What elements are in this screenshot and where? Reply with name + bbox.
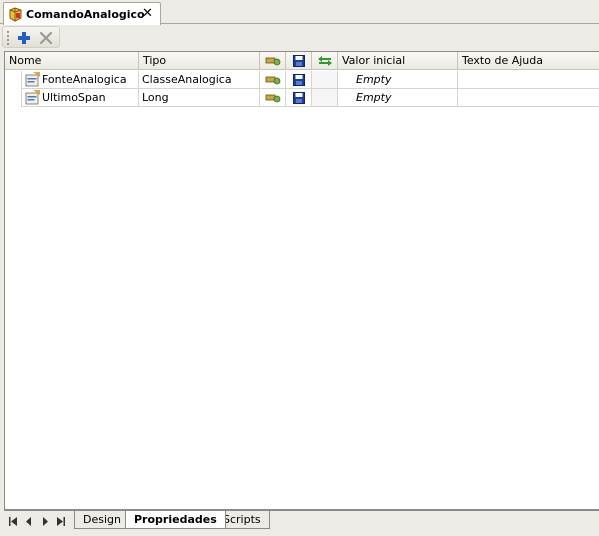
cell-key[interactable] xyxy=(260,89,286,107)
cell-texto-ajuda[interactable] xyxy=(458,71,599,89)
column-header-valor-inicial[interactable]: Valor inicial xyxy=(338,52,458,70)
next-page-icon[interactable] xyxy=(38,514,52,528)
toolbar-group xyxy=(2,26,60,48)
cell-nome[interactable]: FonteAnalogica xyxy=(21,71,139,89)
add-button[interactable] xyxy=(15,29,33,47)
column-header-texto-ajuda[interactable]: Texto de Ajuda xyxy=(458,52,599,70)
toolbar-grip-icon[interactable] xyxy=(7,31,10,45)
save-disk-icon xyxy=(292,91,305,104)
cell-valor-inicial[interactable]: Empty xyxy=(338,71,458,89)
cell-save[interactable] xyxy=(286,71,312,89)
property-icon xyxy=(25,90,41,105)
delete-button[interactable] xyxy=(37,29,55,47)
properties-grid: Nome Tipo Valor inicial Texto de Ajuda F… xyxy=(4,51,599,510)
last-page-icon[interactable] xyxy=(54,514,68,528)
previous-page-icon[interactable] xyxy=(22,514,36,528)
column-header-key[interactable] xyxy=(260,52,286,70)
column-header-tipo[interactable]: Tipo xyxy=(139,52,260,70)
cell-texto-ajuda[interactable] xyxy=(458,89,599,107)
key-icon xyxy=(265,57,280,66)
column-header-sync[interactable] xyxy=(312,52,338,70)
table-row[interactable]: FonteAnalogica ClasseAnalogica Empty xyxy=(5,71,599,89)
document-tab-strip: ComandoAnalogico ✕ xyxy=(0,0,599,25)
view-tab-bar: Design Propriedades Scripts xyxy=(4,510,599,530)
table-row[interactable]: UltimoSpan Long Empty xyxy=(5,89,599,107)
key-icon xyxy=(265,94,280,102)
close-icon[interactable]: ✕ xyxy=(141,6,154,21)
save-disk-icon xyxy=(292,73,305,86)
cell-tipo[interactable]: ClasseAnalogica xyxy=(139,71,260,89)
tab-propriedades[interactable]: Propriedades xyxy=(125,511,226,529)
cell-sync[interactable] xyxy=(312,71,338,89)
document-tab[interactable]: ComandoAnalogico ✕ xyxy=(3,2,161,25)
first-page-icon[interactable] xyxy=(6,514,20,528)
object-class-icon xyxy=(8,6,23,22)
cell-key[interactable] xyxy=(260,71,286,89)
cell-tipo[interactable]: Long xyxy=(139,89,260,107)
column-header-save[interactable] xyxy=(286,52,312,70)
cell-sync[interactable] xyxy=(312,89,338,107)
property-name: FonteAnalogica xyxy=(42,73,127,86)
cell-nome[interactable]: UltimoSpan xyxy=(21,89,139,107)
cell-valor-inicial[interactable]: Empty xyxy=(338,89,458,107)
tab-design[interactable]: Design xyxy=(74,511,130,529)
property-icon xyxy=(25,72,41,87)
delete-x-icon xyxy=(39,31,53,45)
toolbar xyxy=(0,25,599,49)
save-disk-icon xyxy=(292,55,305,67)
cell-save[interactable] xyxy=(286,89,312,107)
key-icon xyxy=(265,76,280,84)
document-tab-title: ComandoAnalogico xyxy=(26,7,145,21)
grid-header: Nome Tipo Valor inicial Texto de Ajuda xyxy=(5,52,599,70)
property-name: UltimoSpan xyxy=(42,91,106,104)
bidirectional-arrows-icon xyxy=(317,56,332,66)
plus-icon xyxy=(18,32,30,44)
column-header-nome[interactable]: Nome xyxy=(5,52,139,70)
